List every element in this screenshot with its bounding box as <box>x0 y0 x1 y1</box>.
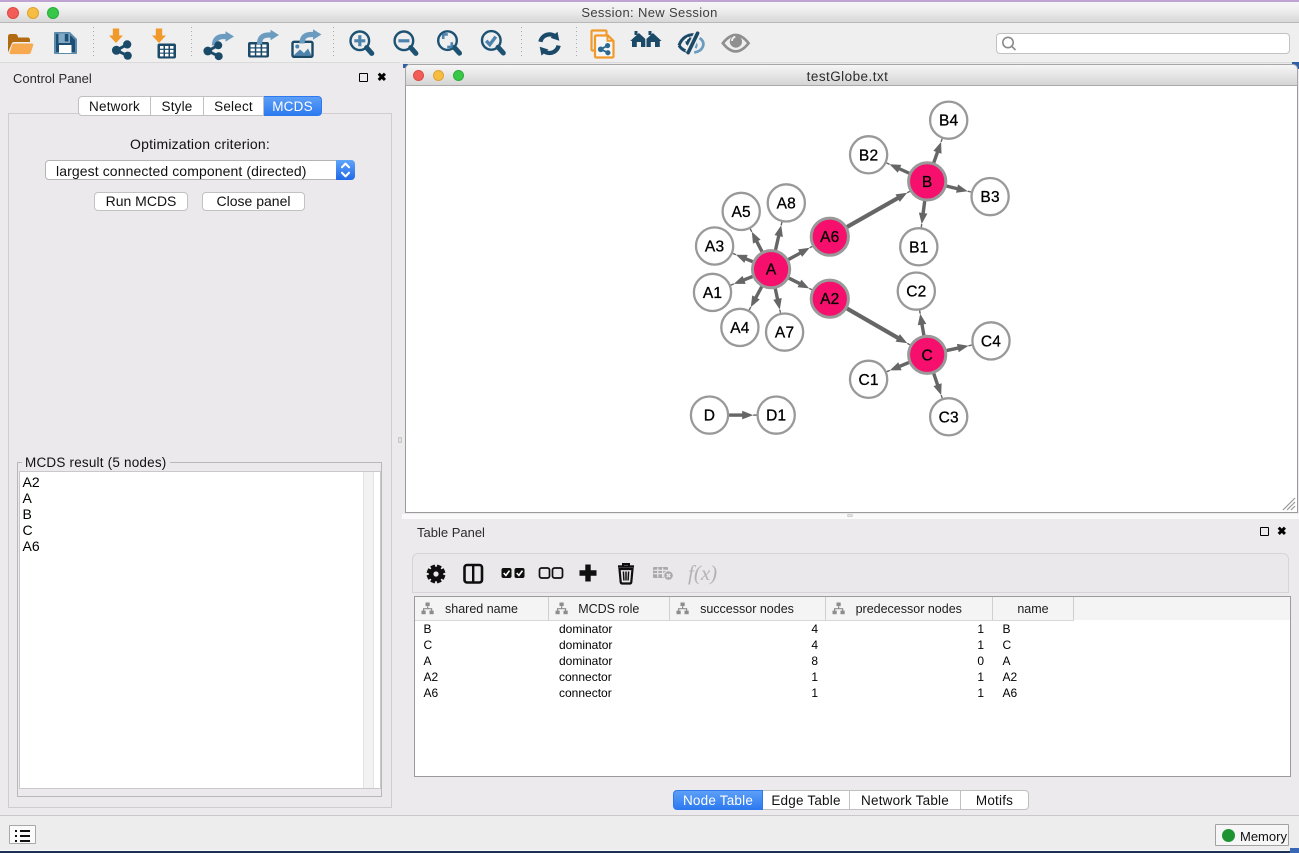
svg-text:C: C <box>921 347 932 364</box>
svg-text:f(x): f(x) <box>688 561 717 585</box>
svg-text:C4: C4 <box>981 333 1001 350</box>
svg-text:D: D <box>704 408 715 425</box>
svg-text:A6: A6 <box>820 229 839 246</box>
svg-text:B2: B2 <box>859 147 878 164</box>
svg-text:A7: A7 <box>775 325 794 342</box>
svg-text:D1: D1 <box>766 408 786 425</box>
svg-text:A2: A2 <box>820 291 839 308</box>
svg-text:B: B <box>922 174 933 191</box>
svg-text:B3: B3 <box>980 189 999 206</box>
svg-text:A3: A3 <box>705 239 724 256</box>
svg-text:A: A <box>766 262 777 279</box>
svg-text:B1: B1 <box>909 239 928 256</box>
svg-text:A4: A4 <box>730 320 750 337</box>
svg-text:B4: B4 <box>939 113 959 130</box>
svg-text:A1: A1 <box>703 285 722 302</box>
svg-text:C1: C1 <box>858 372 878 389</box>
svg-text:C2: C2 <box>906 284 926 301</box>
svg-text:A5: A5 <box>732 204 751 221</box>
svg-text:A8: A8 <box>777 195 796 212</box>
svg-text:C3: C3 <box>939 409 959 426</box>
